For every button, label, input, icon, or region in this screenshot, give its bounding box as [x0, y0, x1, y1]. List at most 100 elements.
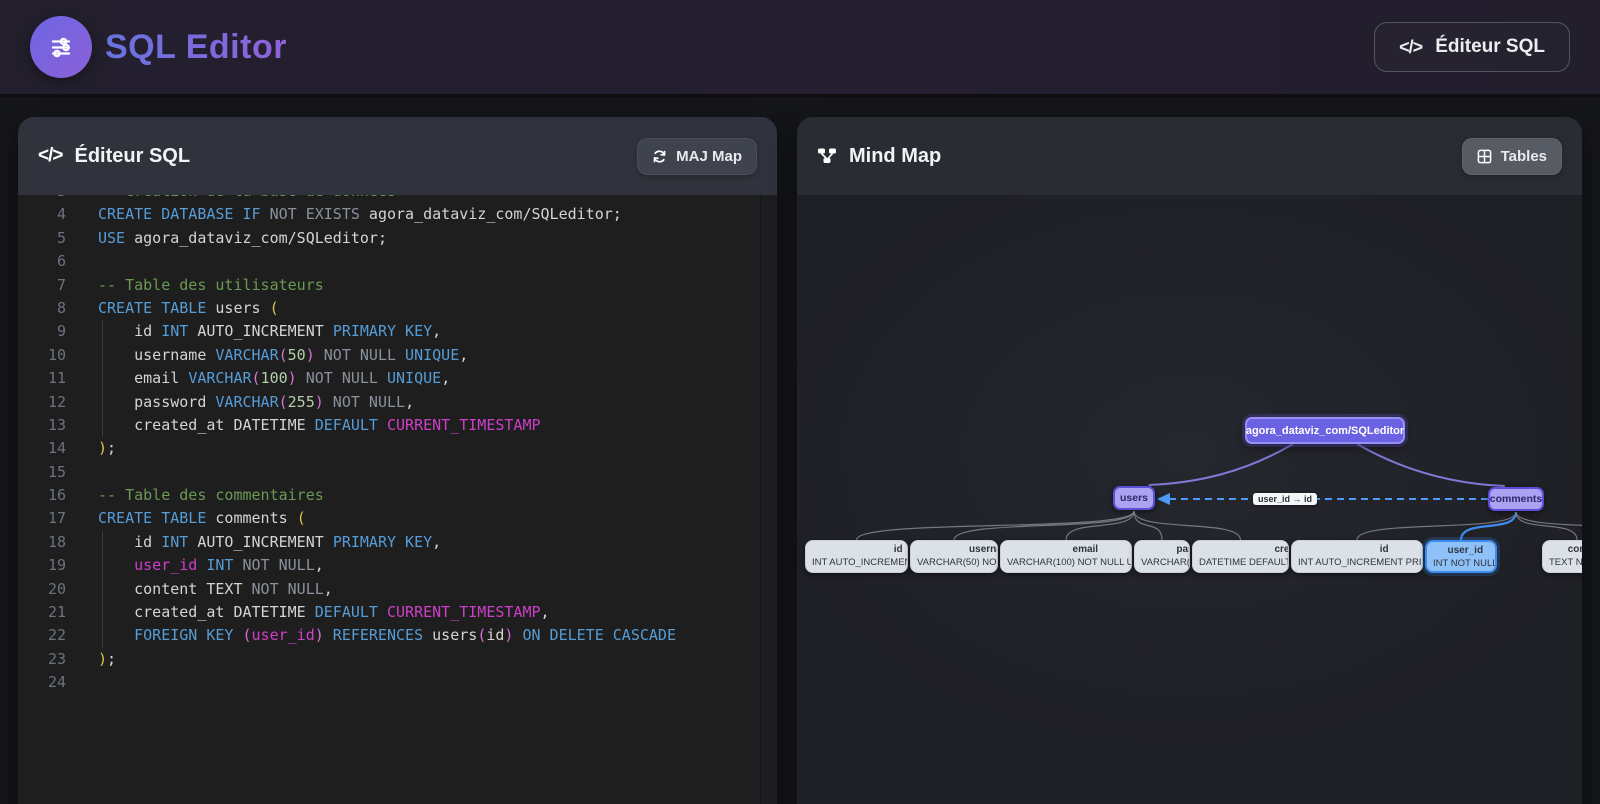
line-number: 14 — [18, 437, 66, 460]
mindmap-canvas[interactable]: agora_dataviz_com/SQLeditorusers comments… — [797, 195, 1582, 804]
code-line: 23); — [18, 648, 760, 671]
code-line: 10 username VARCHAR(50) NOT NULL UNIQUE, — [18, 344, 760, 367]
mindmap-panel: Mind Map Tables agora_dataviz_com/SQLedi… — [797, 117, 1582, 804]
column-name: created_at — [1199, 544, 1289, 557]
editor-panel-header: </> Éditeur SQL MAJ Map — [18, 117, 777, 195]
code-line: 21 created_at DATETIME DEFAULT CURRENT_T… — [18, 601, 760, 624]
code-line-text: CREATE TABLE users ( — [66, 297, 279, 320]
code-line: 13 created_at DATETIME DEFAULT CURRENT_T… — [18, 414, 760, 437]
indent-guide — [102, 414, 103, 437]
editor-scrollbar[interactable] — [760, 195, 777, 804]
edge-root-to-table — [1149, 444, 1293, 485]
maj-map-button-label: MAJ Map — [676, 148, 742, 165]
app-header: SQL Editor </> Éditeur SQL — [0, 0, 1600, 97]
line-number: 7 — [18, 274, 66, 297]
column-node-content: usernameVARCHAR(50) NOT NULL UNIQUE — [917, 544, 998, 570]
mindmap-table-node[interactable]: comments — [1488, 487, 1544, 511]
line-number: 15 — [18, 461, 66, 484]
column-type: DATETIME DEFAULT CURRENT_TIMESTAMP — [1199, 557, 1289, 570]
mindmap-table-node[interactable]: users — [1113, 486, 1155, 510]
column-node-content: passwordVARCHAR(255) NOT NULL — [1141, 544, 1190, 570]
mindmap-panel-header: Mind Map Tables — [797, 117, 1582, 195]
column-type: INT AUTO_INCREMENT PRIMARY KEY — [812, 557, 908, 570]
line-number: 10 — [18, 344, 66, 367]
code-line-text — [66, 250, 98, 273]
indent-guide — [102, 531, 103, 554]
refresh-icon — [652, 149, 667, 164]
column-name: user_id — [1433, 545, 1497, 558]
code-line-text — [66, 671, 98, 694]
editor-panel-title: Éditeur SQL — [74, 145, 190, 168]
edge-table-to-column — [1516, 512, 1577, 540]
code-icon: </> — [38, 145, 62, 167]
code-line-text: FOREIGN KEY (user_id) REFERENCES users(i… — [66, 624, 676, 647]
code-line-text: -- Table des commentaires — [66, 484, 324, 507]
column-name: id — [812, 544, 908, 557]
mindmap-column-node[interactable]: usernameVARCHAR(50) NOT NULL UNIQUE — [910, 540, 998, 573]
column-node-content: emailVARCHAR(100) NOT NULL UNIQUE — [1007, 544, 1132, 570]
line-number: 23 — [18, 648, 66, 671]
sql-code-editor[interactable]: 3-- Création de la base de données4 CREAT… — [18, 195, 760, 804]
edge-foreign-key — [1461, 512, 1516, 540]
column-node-content: contentTEXT NOT NULL — [1549, 544, 1582, 570]
code-line: 17CREATE TABLE comments ( — [18, 507, 760, 530]
mindmap-column-node[interactable]: emailVARCHAR(100) NOT NULL UNIQUE — [1000, 540, 1132, 573]
column-name: password — [1141, 544, 1190, 557]
code-line-text: ); — [66, 648, 116, 671]
column-name: content — [1549, 544, 1582, 557]
line-number: 4 — [18, 203, 66, 226]
code-line-text: user_id INT NOT NULL, — [66, 554, 324, 577]
indent-guide — [102, 578, 103, 601]
line-number: 3 — [18, 195, 66, 203]
mindmap-root-node[interactable]: agora_dataviz_com/SQLeditor — [1245, 417, 1405, 444]
grid-icon — [1477, 149, 1492, 164]
app-logo — [30, 16, 92, 78]
line-number: 5 — [18, 227, 66, 250]
relation-edge-label: user_id → id — [1253, 493, 1317, 505]
maj-map-button[interactable]: MAJ Map — [637, 138, 757, 175]
mindmap-column-node[interactable]: contentTEXT NOT NULL — [1542, 540, 1582, 573]
mindmap-column-node[interactable]: passwordVARCHAR(255) NOT NULL — [1134, 540, 1190, 573]
column-node-content: user_idINT NOT NULL — [1433, 545, 1497, 571]
line-number: 16 — [18, 484, 66, 507]
line-number: 24 — [18, 671, 66, 694]
tables-button-label: Tables — [1501, 148, 1547, 165]
column-type: VARCHAR(50) NOT NULL UNIQUE — [917, 557, 998, 570]
editor-panel: </> Éditeur SQL MAJ Map 3-- Création de … — [18, 117, 777, 804]
code-line: 7-- Table des utilisateurs — [18, 274, 760, 297]
line-number: 12 — [18, 391, 66, 414]
line-number: 8 — [18, 297, 66, 320]
code-line: 16-- Table des commentaires — [18, 484, 760, 507]
code-line: 12 password VARCHAR(255) NOT NULL, — [18, 391, 760, 414]
code-line-text: ); — [66, 437, 116, 460]
code-line-text: email VARCHAR(100) NOT NULL UNIQUE, — [66, 367, 450, 390]
indent-guide — [102, 344, 103, 367]
column-node-content: idINT AUTO_INCREMENT PRIMARY KEY — [812, 544, 908, 570]
column-name: email — [1007, 544, 1132, 557]
code-line: 3-- Création de la base de données — [18, 195, 760, 203]
code-line: 20 content TEXT NOT NULL, — [18, 578, 760, 601]
mindmap-column-node[interactable]: idINT AUTO_INCREMENT PRIMARY KEY — [805, 540, 908, 573]
column-type: VARCHAR(100) NOT NULL UNIQUE — [1007, 557, 1132, 570]
code-line: 15 — [18, 461, 760, 484]
mindmap-column-node[interactable]: idINT AUTO_INCREMENT PRIMARY KEY — [1291, 540, 1423, 573]
mindmap-edges — [797, 195, 1582, 804]
column-node-content: idINT AUTO_INCREMENT PRIMARY KEY — [1298, 544, 1423, 570]
column-name: username — [917, 544, 998, 557]
editor-sql-button[interactable]: </> Éditeur SQL — [1374, 22, 1570, 72]
mindmap-column-node[interactable]: user_idINT NOT NULL — [1425, 540, 1497, 573]
line-number: 11 — [18, 367, 66, 390]
code-line: 9 id INT AUTO_INCREMENT PRIMARY KEY, — [18, 320, 760, 343]
indent-guide — [102, 624, 103, 647]
tables-button[interactable]: Tables — [1462, 138, 1562, 175]
mindmap-column-node[interactable]: created_atDATETIME DEFAULT CURRENT_TIMES… — [1192, 540, 1289, 573]
indent-guide — [102, 391, 103, 414]
code-line-text: created_at DATETIME DEFAULT CURRENT_TIME… — [66, 601, 550, 624]
code-line-text: -- Création de la base de données — [66, 195, 396, 203]
line-number: 6 — [18, 250, 66, 273]
code-line: 8CREATE TABLE users ( — [18, 297, 760, 320]
edge-root-to-table — [1357, 444, 1505, 486]
code-line: 19 user_id INT NOT NULL, — [18, 554, 760, 577]
app-title: SQL Editor — [105, 28, 287, 67]
code-icon: </> — [1399, 37, 1422, 58]
